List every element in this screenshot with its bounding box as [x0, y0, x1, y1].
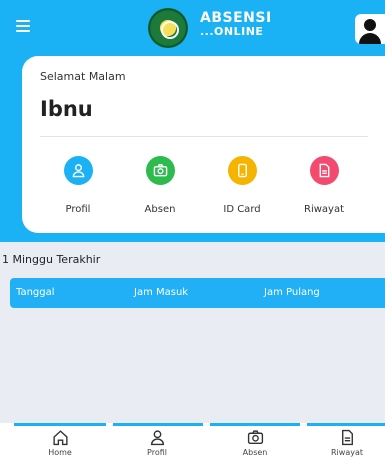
camera-icon: [145, 156, 175, 185]
document-icon: [341, 429, 353, 446]
app-logo-text: ABSENSI ...ONLINE: [200, 11, 272, 39]
nav-label: Riwayat: [331, 448, 363, 457]
divider: [40, 136, 368, 137]
logo-line-2: ...ONLINE: [200, 25, 264, 38]
history-table-header: Tanggal Jam Masuk Jam Pulang: [10, 278, 385, 308]
menu-profil[interactable]: Profil: [38, 156, 118, 215]
top-bar: ABSENSI ...ONLINE: [0, 0, 385, 52]
menu-label: ID Card: [223, 204, 261, 215]
user-icon[interactable]: [355, 14, 385, 44]
nav-accent: [113, 423, 203, 426]
camera-icon: [247, 430, 263, 445]
logo-line-1: ABSENSI: [200, 10, 272, 26]
menu-riwayat[interactable]: Riwayat: [284, 156, 364, 215]
home-icon: [52, 430, 68, 446]
hamburger-icon[interactable]: [16, 20, 30, 32]
nav-home[interactable]: Home: [15, 429, 105, 457]
nav-accent: [14, 423, 106, 426]
user-name: Ibnu: [40, 97, 93, 121]
nav-label: Home: [48, 448, 72, 457]
user-icon: [63, 156, 93, 185]
nav-label: Profil: [147, 448, 167, 457]
menu-absen[interactable]: Absen: [120, 156, 200, 215]
column-header-jam-pulang: Jam Pulang: [264, 287, 320, 298]
history-table-body: [10, 308, 385, 426]
menu-label: Riwayat: [304, 204, 344, 215]
menu-label: Profil: [65, 204, 91, 215]
section-title: 1 Minggu Terakhir: [2, 253, 101, 266]
nav-label: Absen: [242, 448, 268, 457]
document-icon: [309, 156, 339, 185]
bottom-nav: Home Profil Absen Riwayat: [0, 423, 385, 466]
column-header-tanggal: Tanggal: [16, 287, 55, 298]
menu-label: Absen: [144, 204, 176, 215]
nav-accent: [210, 423, 300, 426]
column-header-jam-masuk: Jam Masuk: [134, 287, 189, 298]
nav-absen[interactable]: Absen: [210, 429, 300, 457]
menu-id-card[interactable]: ID Card: [202, 156, 282, 215]
greeting-text: Selamat Malam: [40, 70, 126, 83]
nav-riwayat[interactable]: Riwayat: [302, 429, 385, 457]
nav-accent: [307, 423, 385, 426]
user-icon: [150, 430, 164, 446]
id-card-icon: [227, 156, 257, 185]
greeting-card: Selamat Malam Ibnu Profil Absen ID Card …: [22, 56, 385, 233]
nav-profil[interactable]: Profil: [112, 429, 202, 457]
logo-emblem: [148, 8, 188, 48]
